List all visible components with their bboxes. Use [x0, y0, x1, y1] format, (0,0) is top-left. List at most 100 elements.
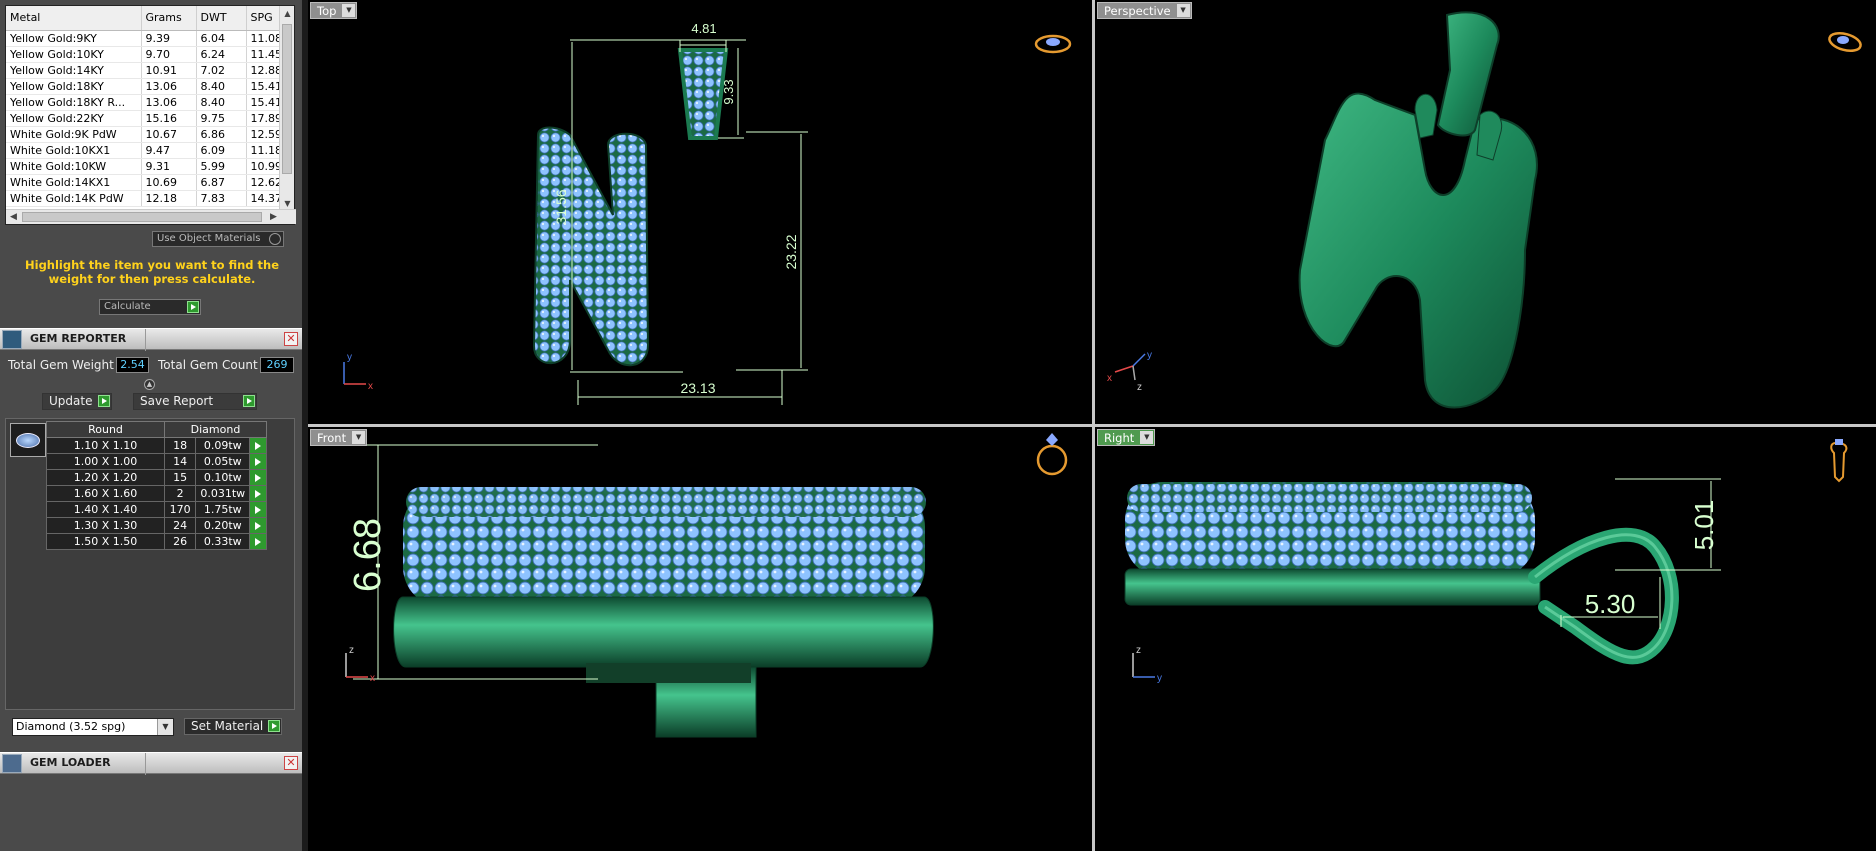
metal-row[interactable]: White Gold:9K PdW 10.67 6.86 12.59 — [6, 126, 281, 143]
bail-shape — [677, 48, 729, 140]
chevron-down-icon[interactable]: ▼ — [342, 4, 356, 17]
metal-weight-table-panel: Metal Grams DWT SPG Yellow Gold:9KY 9.39 6… — [5, 5, 296, 225]
gem-column-type: Diamond — [164, 421, 267, 438]
column-header-dwt[interactable]: DWT — [196, 6, 247, 31]
metal-row[interactable]: Yellow Gold:22KY 15.16 9.75 17.89 — [6, 110, 281, 127]
gem-reporter-icon — [2, 330, 22, 349]
grams-cell: 10.91 — [141, 62, 197, 79]
gem-select-icon[interactable] — [249, 501, 267, 518]
dwt-cell: 6.04 — [196, 30, 247, 47]
front-viewport-tab[interactable]: Front ▼ — [310, 429, 368, 446]
grams-cell: 10.69 — [141, 174, 197, 191]
gem-select-icon[interactable] — [249, 453, 267, 470]
height-dim: 31.56 — [553, 189, 569, 224]
gem-select-icon[interactable] — [249, 485, 267, 502]
perspective-view-canvas: y x z — [1107, 11, 1862, 409]
close-icon[interactable]: ✕ — [284, 332, 298, 346]
right-viewport[interactable]: 5.01 5.30 z y Right ▼ — [1095, 427, 1876, 851]
grams-cell: 12.18 — [141, 190, 197, 207]
svg-text:x: x — [1107, 373, 1112, 384]
gem-table: Round Diamond 1.10 X 1.10 18 0.09tw 1.00 X … — [46, 421, 267, 550]
ring-front-icon[interactable] — [1036, 433, 1068, 476]
perspective-viewport[interactable]: y x z Perspective ▼ — [1095, 0, 1876, 424]
metal-row[interactable]: Yellow Gold:18KY R... 13.06 8.40 15.41 — [6, 94, 281, 111]
ring-top-icon[interactable] — [1034, 34, 1072, 54]
metal-row[interactable]: White Gold:14K PdW 12.18 7.83 14.37 — [6, 190, 281, 207]
bail-width-dim: 5.30 — [1585, 589, 1636, 619]
save-report-button[interactable]: Save Report — [133, 393, 257, 410]
metal-row[interactable]: Yellow Gold:10KY 9.70 6.24 11.45 — [6, 46, 281, 63]
gem-select-icon[interactable] — [249, 517, 267, 534]
column-header-grams[interactable]: Grams — [141, 6, 197, 31]
bail-height-dim: 9.33 — [721, 79, 736, 104]
set-material-button[interactable]: Set Material — [184, 718, 282, 735]
metal-table[interactable]: Metal Grams DWT SPG Yellow Gold:9KY 9.39 6… — [6, 6, 281, 211]
axis-indicator: z y — [1132, 645, 1162, 684]
viewport-area: 4.81 9.33 31.56 23.22 23.13 y x Top ▼ y … — [308, 0, 1876, 851]
gem-material-select[interactable]: Diamond (3.52 spg) ▼ — [12, 718, 174, 736]
gem-row[interactable]: 1.40 X 1.40 170 1.75tw — [46, 501, 267, 518]
scroll-right-icon[interactable]: ▶ — [266, 210, 281, 225]
gem-size-cell: 1.40 X 1.40 — [46, 501, 165, 518]
chevron-down-icon[interactable]: ▼ — [1176, 4, 1190, 17]
svg-text:z: z — [349, 645, 354, 656]
metal-row[interactable]: White Gold:10KW 9.31 5.99 10.99 — [6, 158, 281, 175]
grams-cell: 9.70 — [141, 46, 197, 63]
close-icon[interactable]: ✕ — [284, 756, 298, 770]
metal-name-cell: Yellow Gold:18KY — [6, 78, 142, 95]
spg-cell: 15.41 — [246, 94, 281, 111]
front-under-shape — [586, 663, 751, 683]
set-material-label: Set Material — [191, 719, 264, 733]
gem-count-cell: 15 — [163, 469, 197, 486]
hscroll-thumb[interactable] — [22, 212, 262, 222]
column-header-spg[interactable]: SPG — [246, 6, 281, 31]
metal-row[interactable]: White Gold:10KX1 9.47 6.09 11.18 — [6, 142, 281, 159]
update-label: Update — [49, 394, 93, 408]
horizontal-scrollbar[interactable]: ◀ ▶ — [6, 209, 296, 224]
metal-row[interactable]: Yellow Gold:18KY 13.06 8.40 15.41 — [6, 78, 281, 95]
chevron-down-icon[interactable]: ▼ — [352, 431, 366, 444]
gem-select-icon[interactable] — [249, 533, 267, 550]
metal-name-cell: White Gold:10KX1 — [6, 142, 142, 159]
total-gem-count-value: 269 — [260, 357, 294, 373]
gem-row[interactable]: 1.30 X 1.30 24 0.20tw — [46, 517, 267, 534]
collapse-arrow-icon[interactable]: ▲ — [144, 379, 155, 390]
update-button[interactable]: Update — [42, 393, 112, 410]
total-gem-weight-label: Total Gem Weight — [8, 358, 114, 372]
top-viewport[interactable]: 4.81 9.33 31.56 23.22 23.13 y x Top ▼ — [308, 0, 1092, 424]
gem-list-panel: Round Diamond 1.10 X 1.10 18 0.09tw 1.00 X … — [5, 418, 295, 710]
column-header-metal[interactable]: Metal — [6, 6, 142, 31]
metal-row[interactable]: Yellow Gold:9KY 9.39 6.04 11.08 — [6, 30, 281, 47]
grams-cell: 15.16 — [141, 110, 197, 127]
right-viewport-tab[interactable]: Right ▼ — [1097, 429, 1156, 446]
ring-perspective-icon[interactable] — [1827, 30, 1862, 54]
calculate-button[interactable]: Calculate — [99, 299, 201, 315]
scroll-left-icon[interactable]: ◀ — [6, 210, 21, 225]
metal-name-cell: White Gold:14K PdW — [6, 190, 142, 207]
gem-select-icon[interactable] — [249, 469, 267, 486]
gem-row[interactable]: 1.20 X 1.20 15 0.10tw — [46, 469, 267, 486]
metal-row[interactable]: Yellow Gold:14KY 10.91 7.02 12.88 — [6, 62, 281, 79]
top-viewport-tab[interactable]: Top ▼ — [310, 2, 358, 19]
front-viewport[interactable]: 6.68 z x Front ▼ — [308, 427, 1092, 851]
gem-row[interactable]: 1.60 X 1.60 2 0.031tw — [46, 485, 267, 502]
gem-select-icon[interactable] — [249, 437, 267, 454]
gem-row[interactable]: 1.50 X 1.50 26 0.33tw — [46, 533, 267, 550]
metal-row[interactable]: White Gold:14KX1 10.69 6.87 12.62 — [6, 174, 281, 191]
gem-size-cell: 1.30 X 1.30 — [46, 517, 165, 534]
chevron-down-icon: ▼ — [157, 719, 173, 735]
use-object-materials-button[interactable]: Use Object Materials — [152, 231, 284, 247]
gem-size-cell: 1.00 X 1.00 — [46, 453, 165, 470]
ring-side-icon[interactable] — [1830, 439, 1848, 483]
gem-row[interactable]: 1.10 X 1.10 18 0.09tw — [46, 437, 267, 454]
scroll-up-icon[interactable]: ▲ — [280, 6, 295, 21]
scroll-thumb[interactable] — [282, 24, 292, 174]
header-divider — [145, 329, 146, 351]
chevron-down-icon[interactable]: ▼ — [1140, 431, 1154, 444]
gem-row[interactable]: 1.00 X 1.00 14 0.05tw — [46, 453, 267, 470]
perspective-viewport-tab[interactable]: Perspective ▼ — [1097, 2, 1192, 19]
right-band-shape — [1124, 568, 1541, 606]
vertical-scrollbar[interactable]: ▲ ▼ — [279, 6, 294, 211]
perspective-viewport-label: Perspective — [1104, 4, 1171, 18]
grams-cell: 13.06 — [141, 94, 197, 111]
